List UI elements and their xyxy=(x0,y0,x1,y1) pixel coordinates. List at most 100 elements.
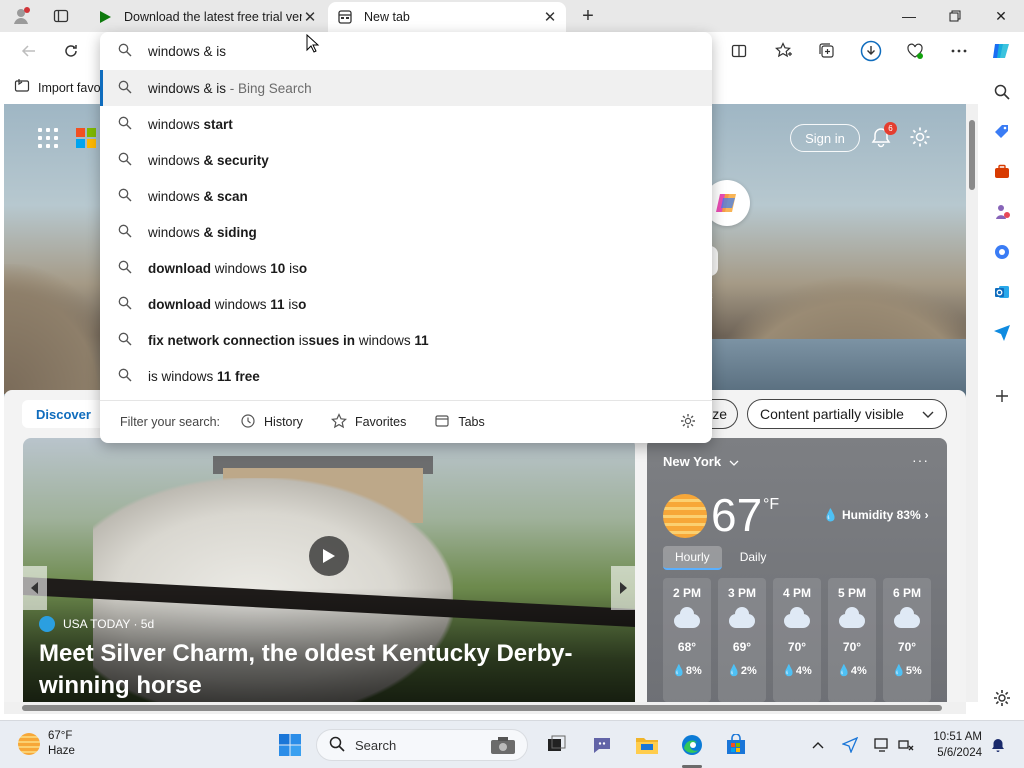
import-favorites-button[interactable]: Import favo xyxy=(14,78,101,97)
microsoft365-icon[interactable] xyxy=(990,240,1014,264)
back-button[interactable] xyxy=(16,39,42,63)
suggestion-item[interactable]: windows & scan xyxy=(100,178,712,214)
refresh-button[interactable] xyxy=(58,39,84,63)
suggestion-item[interactable]: download windows 10 iso xyxy=(100,250,712,286)
suggestion-text: windows & security xyxy=(148,152,269,168)
location-arrow-icon[interactable] xyxy=(836,731,864,759)
suggestion-text: is windows 11 free xyxy=(148,368,260,384)
news-headline[interactable]: Meet Silver Charm, the oldest Kentucky D… xyxy=(39,638,599,702)
suggestion-item[interactable]: windows & is - Bing Search xyxy=(100,70,712,106)
weather-tabs: Hourly Daily xyxy=(663,546,778,570)
tab-daily[interactable]: Daily xyxy=(728,546,779,570)
news-card[interactable]: USA TODAY · 5d Meet Silver Charm, the ol… xyxy=(23,438,635,702)
browser-essentials-icon[interactable] xyxy=(902,39,928,63)
hour-item: 6 PM 70° 💧5% xyxy=(883,578,931,702)
humidity-label: Humidity 83% xyxy=(841,508,921,522)
import-icon xyxy=(14,78,30,97)
more-options-icon[interactable] xyxy=(946,39,972,63)
page-settings-icon[interactable] xyxy=(909,126,931,148)
suggestion-item[interactable]: download windows 11 iso xyxy=(100,286,712,322)
favorites-icon[interactable] xyxy=(771,39,797,63)
weather-location-dropdown[interactable]: New York xyxy=(663,454,739,469)
tab-new-tab[interactable]: New tab ✕ xyxy=(328,2,566,32)
notifications-bell-icon[interactable]: 6 xyxy=(870,122,897,148)
minimize-button[interactable]: — xyxy=(886,0,932,32)
edge-browser-icon[interactable] xyxy=(678,731,706,759)
downloads-icon[interactable] xyxy=(858,39,884,63)
hour-time: 5 PM xyxy=(837,586,866,600)
humidity-link[interactable]: 💧 Humidity 83% › xyxy=(823,508,929,522)
content-visibility-dropdown[interactable]: Content partially visible xyxy=(747,399,947,429)
chevron-right-icon: › xyxy=(924,508,929,522)
tab-title: New tab xyxy=(364,10,410,24)
cloudy-icon xyxy=(674,607,700,628)
task-view-icon[interactable] xyxy=(542,731,570,759)
tab-hourly[interactable]: Hourly xyxy=(663,546,722,570)
tab-actions-icon[interactable] xyxy=(48,4,74,28)
filter-history[interactable]: History xyxy=(240,413,303,432)
profile-icon[interactable] xyxy=(8,4,34,28)
search-settings-icon[interactable] xyxy=(680,413,696,432)
chevron-down-icon xyxy=(729,454,739,469)
close-tab-icon[interactable]: ✕ xyxy=(542,9,558,26)
search-highlight-icon xyxy=(489,734,517,759)
start-button-icon[interactable] xyxy=(276,731,304,759)
taskbar-search-box[interactable]: Search xyxy=(316,729,528,761)
file-explorer-icon[interactable] xyxy=(633,731,661,759)
app-launcher-icon[interactable] xyxy=(38,128,58,148)
tab-download-trial[interactable]: Download the latest free trial ver ✕ xyxy=(88,2,326,32)
send-icon[interactable] xyxy=(990,320,1014,344)
suggestion-item[interactable]: is windows 11 free xyxy=(100,358,712,394)
address-bar-input[interactable]: windows & is xyxy=(100,32,712,70)
hour-item: 3 PM 69° 💧2% xyxy=(718,578,766,702)
copilot-icon[interactable] xyxy=(988,39,1014,63)
page-vertical-scrollbar[interactable] xyxy=(966,104,978,702)
tools-briefcase-icon[interactable] xyxy=(990,160,1014,184)
notification-bell-icon[interactable] xyxy=(984,731,1012,759)
teams-chat-icon[interactable] xyxy=(588,731,616,759)
split-screen-icon[interactable] xyxy=(726,39,752,63)
carousel-prev-icon[interactable] xyxy=(23,566,47,610)
suggestion-text: windows start xyxy=(148,116,233,132)
suggestion-item[interactable]: windows start xyxy=(100,106,712,142)
new-tab-button[interactable]: + xyxy=(576,4,600,28)
sidebar-search-icon[interactable] xyxy=(990,80,1014,104)
filter-tabs[interactable]: Tabs xyxy=(434,413,485,432)
taskbar-search-label: Search xyxy=(355,737,397,753)
hour-item: 5 PM 70° 💧4% xyxy=(828,578,876,702)
weather-more-icon[interactable]: ··· xyxy=(912,452,929,468)
suggestion-item[interactable]: fix network connection issues in windows… xyxy=(100,322,712,358)
play-video-icon[interactable] xyxy=(309,536,349,576)
edge-sidebar xyxy=(980,70,1024,716)
content-visibility-label: Content partially visible xyxy=(760,406,904,422)
microsoft-store-icon[interactable] xyxy=(722,731,750,759)
suggestion-item[interactable]: windows & siding xyxy=(100,214,712,250)
search-icon xyxy=(329,736,345,755)
sidebar-settings-icon[interactable] xyxy=(990,686,1014,710)
suggestion-item[interactable]: windows & security xyxy=(100,142,712,178)
show-hidden-icons-chevron-icon[interactable] xyxy=(804,731,832,759)
haze-sun-icon xyxy=(18,733,40,755)
shopping-tag-icon[interactable] xyxy=(990,120,1014,144)
taskbar-clock[interactable]: 10:51 AM 5/6/2024 xyxy=(928,729,982,761)
collections-icon[interactable] xyxy=(814,39,840,63)
add-sidebar-app-icon[interactable] xyxy=(990,384,1014,408)
close-window-button[interactable]: ✕ xyxy=(978,0,1024,32)
sign-in-button[interactable]: Sign in xyxy=(790,124,860,152)
network-disconnected-icon[interactable] xyxy=(892,731,920,759)
taskbar-weather-widget[interactable]: 67°F Haze xyxy=(18,729,75,759)
tab-strip: Download the latest free trial ver ✕ New… xyxy=(0,0,1024,32)
games-icon[interactable] xyxy=(990,200,1014,224)
close-tab-icon[interactable]: ✕ xyxy=(302,9,318,26)
outlook-icon[interactable] xyxy=(990,280,1014,304)
cloudy-icon xyxy=(839,607,865,628)
chevron-down-icon xyxy=(922,406,934,422)
hour-precip: 💧5% xyxy=(892,665,922,677)
restore-button[interactable] xyxy=(932,0,978,32)
search-icon xyxy=(118,80,132,97)
hour-item: 2 PM 68° 💧8% xyxy=(663,578,711,702)
filter-favorites[interactable]: Favorites xyxy=(330,412,406,432)
discover-tab[interactable]: Discover xyxy=(22,400,105,428)
carousel-next-icon[interactable] xyxy=(611,566,635,610)
page-horizontal-scrollbar[interactable] xyxy=(4,702,966,714)
